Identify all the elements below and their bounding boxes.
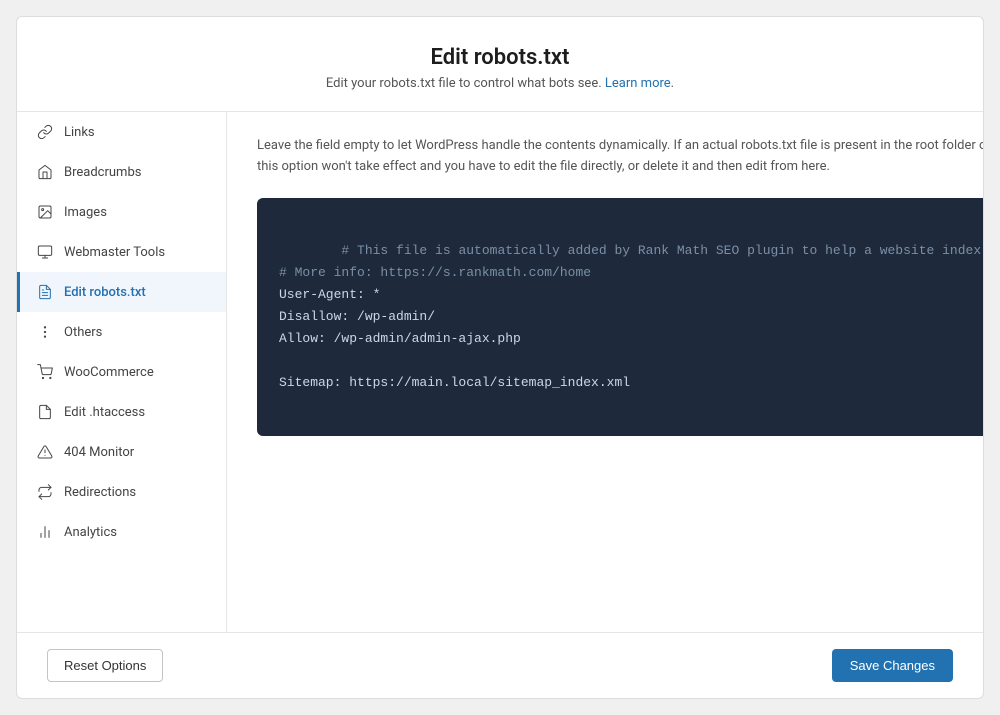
robots-user-agent: User-Agent: * (279, 287, 380, 302)
sidebar-item-breadcrumbs[interactable]: Breadcrumbs (17, 152, 226, 192)
others-icon (36, 323, 54, 341)
sidebar-item-redirections-label: Redirections (64, 485, 136, 500)
save-changes-button[interactable]: Save Changes (832, 649, 953, 682)
page-header: Edit robots.txt Edit your robots.txt fil… (17, 17, 983, 112)
page-title: Edit robots.txt (37, 45, 963, 70)
robots-disallow: Disallow: /wp-admin/ (279, 309, 435, 324)
sidebar-item-images-label: Images (64, 205, 107, 220)
robots-allow: Allow: /wp-admin/admin-ajax.php (279, 331, 521, 346)
sidebar-item-edit-robots[interactable]: Edit robots.txt (17, 272, 226, 312)
links-icon (36, 123, 54, 141)
images-icon (36, 203, 54, 221)
sidebar-item-links-label: Links (64, 125, 95, 140)
robots-comment-1: # This file is automatically added by Ra… (341, 243, 984, 258)
breadcrumbs-icon (36, 163, 54, 181)
sidebar-item-breadcrumbs-label: Breadcrumbs (64, 165, 141, 180)
sidebar-item-edit-htaccess-label: Edit .htaccess (64, 405, 145, 420)
robots-comment-2: # More info: https://s.rankmath.com/home (279, 265, 591, 280)
404-monitor-icon (36, 443, 54, 461)
sidebar-item-woocommerce[interactable]: WooCommerce (17, 352, 226, 392)
sidebar-item-edit-htaccess[interactable]: Edit .htaccess (17, 392, 226, 432)
page-subtitle: Edit your robots.txt file to control wha… (37, 76, 963, 91)
redirections-icon (36, 483, 54, 501)
sidebar-item-edit-robots-label: Edit robots.txt (64, 285, 146, 300)
sidebar-item-404-monitor-label: 404 Monitor (64, 445, 134, 460)
main-content: Leave the field empty to let WordPress h… (227, 112, 984, 632)
sidebar-item-404-monitor[interactable]: 404 Monitor (17, 432, 226, 472)
sidebar-item-webmaster-tools-label: Webmaster Tools (64, 245, 165, 260)
woocommerce-icon (36, 363, 54, 381)
sidebar-item-redirections[interactable]: Redirections (17, 472, 226, 512)
sidebar-item-links[interactable]: Links (17, 112, 226, 152)
analytics-icon (36, 523, 54, 541)
main-description: Leave the field empty to let WordPress h… (257, 136, 984, 178)
webmaster-tools-icon (36, 243, 54, 261)
edit-robots-icon (36, 283, 54, 301)
sidebar-item-others-label: Others (64, 325, 102, 340)
sidebar-item-images[interactable]: Images (17, 192, 226, 232)
sidebar-item-webmaster-tools[interactable]: Webmaster Tools (17, 232, 226, 272)
sidebar-item-woocommerce-label: WooCommerce (64, 365, 154, 380)
edit-htaccess-icon (36, 403, 54, 421)
description-text: Edit your robots.txt file to control wha… (326, 76, 602, 91)
page-wrapper: Edit robots.txt Edit your robots.txt fil… (16, 16, 984, 699)
learn-more-link[interactable]: Learn more (605, 76, 671, 91)
page-footer: Reset Options Save Changes (17, 632, 983, 698)
robots-sitemap: Sitemap: https://main.local/sitemap_inde… (279, 375, 630, 390)
sidebar-item-others[interactable]: Others (17, 312, 226, 352)
sidebar-item-analytics-label: Analytics (64, 525, 117, 540)
content-area: Links Breadcrumbs Images Webmaster Tools (17, 112, 983, 632)
reset-options-button[interactable]: Reset Options (47, 649, 163, 682)
sidebar: Links Breadcrumbs Images Webmaster Tools (17, 112, 227, 632)
robots-editor[interactable]: # This file is automatically added by Ra… (257, 198, 984, 437)
sidebar-item-analytics[interactable]: Analytics (17, 512, 226, 552)
